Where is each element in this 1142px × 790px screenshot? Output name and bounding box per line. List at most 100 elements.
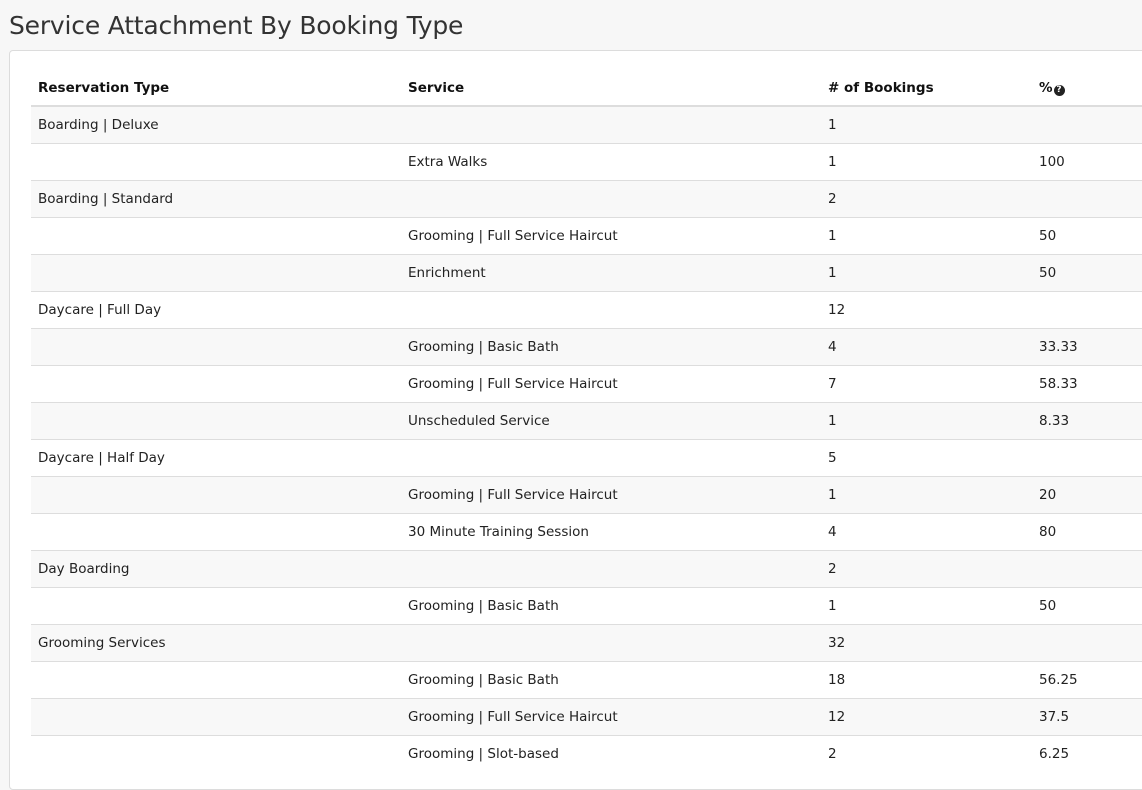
cell-service: 30 Minute Training Session (401, 512, 821, 550)
table-row: Daycare | Full Day 12 (31, 290, 1142, 328)
cell-reservation-type (31, 327, 401, 365)
cell-service (401, 105, 821, 143)
cell-percent: 56.25 (1032, 660, 1142, 698)
table-row: Extra Walks 1 100 (31, 142, 1142, 180)
cell-bookings: 2 (821, 549, 1032, 587)
table-row: Grooming Services 32 (31, 623, 1142, 661)
cell-reservation-type (31, 216, 401, 254)
cell-bookings: 4 (821, 327, 1032, 365)
table-row: Day Boarding 2 (31, 549, 1142, 587)
cell-percent: 58.33 (1032, 364, 1142, 402)
table-row: Unscheduled Service 1 8.33 (31, 401, 1142, 439)
column-header-reservation-type: Reservation Type (31, 70, 401, 107)
cell-bookings: 1 (821, 401, 1032, 439)
cell-percent (1032, 623, 1142, 661)
cell-percent: 100 (1032, 142, 1142, 180)
cell-service: Extra Walks (401, 142, 821, 180)
cell-percent: 50 (1032, 253, 1142, 291)
cell-reservation-type (31, 697, 401, 735)
cell-percent: 20 (1032, 475, 1142, 513)
table-header: Reservation Type Service # of Bookings %… (31, 70, 1142, 107)
table-row: Grooming | Slot-based 2 6.25 (31, 734, 1142, 772)
cell-bookings: 4 (821, 512, 1032, 550)
cell-reservation-type (31, 364, 401, 402)
cell-reservation-type: Day Boarding (31, 549, 401, 587)
cell-bookings: 32 (821, 623, 1032, 661)
cell-service: Grooming | Basic Bath (401, 327, 821, 365)
cell-reservation-type (31, 142, 401, 180)
cell-reservation-type (31, 475, 401, 513)
cell-service (401, 290, 821, 328)
table-row: Grooming | Full Service Haircut 1 20 (31, 475, 1142, 513)
table-row: Grooming | Full Service Haircut 12 37.5 (31, 697, 1142, 735)
question-circle-icon[interactable]: ? (1053, 84, 1065, 96)
cell-reservation-type (31, 401, 401, 439)
cell-percent (1032, 179, 1142, 217)
cell-service: Grooming | Full Service Haircut (401, 697, 821, 735)
cell-bookings: 7 (821, 364, 1032, 402)
cell-percent (1032, 438, 1142, 476)
cell-bookings: 1 (821, 105, 1032, 143)
cell-reservation-type: Grooming Services (31, 623, 401, 661)
cell-bookings: 1 (821, 586, 1032, 624)
cell-bookings: 18 (821, 660, 1032, 698)
cell-percent: 80 (1032, 512, 1142, 550)
cell-percent: 6.25 (1032, 734, 1142, 772)
table-row: 30 Minute Training Session 4 80 (31, 512, 1142, 550)
cell-service: Grooming | Full Service Haircut (401, 364, 821, 402)
cell-service: Grooming | Full Service Haircut (401, 216, 821, 254)
cell-reservation-type (31, 253, 401, 291)
table-row: Grooming | Full Service Haircut 7 58.33 (31, 364, 1142, 402)
cell-bookings: 1 (821, 475, 1032, 513)
cell-percent (1032, 549, 1142, 587)
cell-service: Grooming | Full Service Haircut (401, 475, 821, 513)
cell-service (401, 623, 821, 661)
table-row: Daycare | Half Day 5 (31, 438, 1142, 476)
column-header-bookings: # of Bookings (821, 70, 1032, 107)
column-header-percent: %? (1032, 70, 1142, 107)
table-row: Boarding | Deluxe 1 (31, 105, 1142, 143)
column-header-percent-label: % (1039, 79, 1053, 96)
cell-service: Unscheduled Service (401, 401, 821, 439)
cell-bookings: 2 (821, 179, 1032, 217)
cell-service: Grooming | Basic Bath (401, 586, 821, 624)
table-row: Grooming | Full Service Haircut 1 50 (31, 216, 1142, 254)
cell-percent (1032, 105, 1142, 143)
cell-percent: 33.33 (1032, 327, 1142, 365)
cell-bookings: 2 (821, 734, 1032, 772)
cell-service (401, 549, 821, 587)
table-row: Grooming | Basic Bath 18 56.25 (31, 660, 1142, 698)
cell-service: Enrichment (401, 253, 821, 291)
cell-reservation-type: Boarding | Standard (31, 179, 401, 217)
cell-reservation-type (31, 586, 401, 624)
service-attachment-table: Reservation Type Service # of Bookings %… (31, 70, 1142, 772)
column-header-service: Service (401, 70, 821, 107)
cell-reservation-type: Daycare | Full Day (31, 290, 401, 328)
cell-service: Grooming | Basic Bath (401, 660, 821, 698)
cell-bookings: 5 (821, 438, 1032, 476)
cell-bookings: 1 (821, 216, 1032, 254)
cell-reservation-type: Daycare | Half Day (31, 438, 401, 476)
cell-percent: 37.5 (1032, 697, 1142, 735)
report-panel: Reservation Type Service # of Bookings %… (9, 50, 1142, 790)
cell-bookings: 12 (821, 290, 1032, 328)
cell-reservation-type (31, 660, 401, 698)
cell-percent (1032, 290, 1142, 328)
cell-percent: 8.33 (1032, 401, 1142, 439)
cell-reservation-type: Boarding | Deluxe (31, 105, 401, 143)
cell-service (401, 438, 821, 476)
cell-percent: 50 (1032, 586, 1142, 624)
table-body: Boarding | Deluxe 1 Extra Walks 1 100 Boardin… (31, 105, 1142, 772)
cell-bookings: 12 (821, 697, 1032, 735)
table-row: Grooming | Basic Bath 4 33.33 (31, 327, 1142, 365)
cell-reservation-type (31, 734, 401, 772)
cell-service: Grooming | Slot-based (401, 734, 821, 772)
cell-reservation-type (31, 512, 401, 550)
cell-percent: 50 (1032, 216, 1142, 254)
cell-bookings: 1 (821, 253, 1032, 291)
table-row: Grooming | Basic Bath 1 50 (31, 586, 1142, 624)
table-row: Boarding | Standard 2 (31, 179, 1142, 217)
table-row: Enrichment 1 50 (31, 253, 1142, 291)
cell-service (401, 179, 821, 217)
cell-bookings: 1 (821, 142, 1032, 180)
